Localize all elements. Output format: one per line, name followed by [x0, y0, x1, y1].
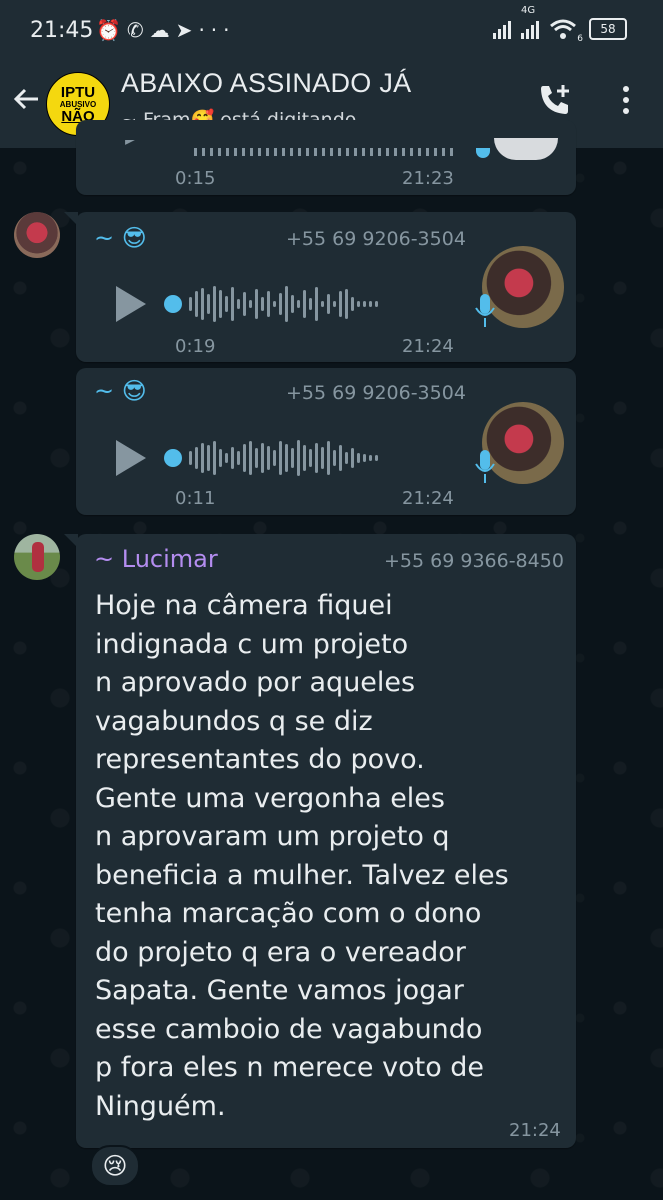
play-icon[interactable] [112, 284, 148, 324]
add-call-icon[interactable] [537, 82, 573, 118]
signal-icon [493, 19, 511, 39]
status-bar: 21:45 ⏰✆☁➤··· 4G 6 58 [0, 0, 663, 62]
sender-avatar[interactable] [14, 212, 60, 258]
playback-position-dot[interactable] [164, 449, 182, 467]
wifi-icon: 6 [549, 18, 583, 44]
sender-avatar[interactable] [14, 534, 60, 580]
voice-sender-avatar [494, 138, 558, 160]
mic-icon [475, 294, 495, 327]
back-arrow-icon[interactable] [10, 82, 44, 116]
voice-message-partial-content: 0:15 21:23 [76, 138, 576, 195]
voice-message: ~ 😎 +55 69 9206-3504 0:19 21:24 [64, 212, 576, 362]
sender-phone: +55 69 9206-3504 [286, 228, 466, 250]
whatsapp-icon: ✆ [126, 18, 150, 42]
play-icon[interactable] [112, 140, 148, 154]
reaction-badge[interactable]: 😢 [90, 1145, 140, 1187]
message-body: Hoje na câmera fiquei indignada c um pro… [95, 590, 509, 1122]
status-notification-icons: ⏰✆☁➤··· [96, 18, 236, 42]
cloud-icon: ☁ [149, 18, 176, 42]
sender-phone: +55 69 9206-3504 [286, 382, 466, 404]
alarm-icon: ⏰ [96, 18, 127, 42]
avatar-figure [32, 542, 44, 572]
mic-icon [475, 450, 495, 483]
sender-name[interactable]: ~ Lucimar [94, 545, 218, 573]
play-icon[interactable] [112, 438, 148, 478]
voice-waveform[interactable] [164, 438, 378, 478]
telegram-icon: ➤ [175, 18, 199, 42]
avatar-line-1: IPTU [60, 83, 96, 101]
status-time: 21:45 [30, 18, 94, 43]
more-dots-icon: ··· [198, 18, 236, 42]
message-time: 21:23 [402, 168, 454, 189]
voice-waveform[interactable] [164, 284, 378, 324]
sender-name[interactable]: ~ 😎 [94, 377, 147, 405]
voice-duration: 0:11 [175, 488, 216, 509]
signal-4g-icon: 4G [521, 5, 539, 39]
voice-duration: 0:15 [175, 168, 216, 189]
network-type: 4G [521, 5, 536, 16]
group-title[interactable]: ABAIXO ASSINADO JÁ [121, 68, 412, 99]
wifi-badge: 6 [577, 34, 583, 44]
battery-icon: 58 [589, 18, 627, 40]
voice-waveform[interactable] [194, 148, 454, 156]
battery-level: 58 [600, 22, 616, 36]
more-options-icon[interactable] [616, 82, 636, 122]
voice-duration: 0:19 [175, 336, 216, 357]
mic-icon [476, 148, 490, 158]
message-time: 21:24 [402, 336, 454, 357]
playback-position-dot[interactable] [164, 295, 182, 313]
voice-message: ~ 😎 +55 69 9206-3504 0:11 21:24 [76, 368, 576, 515]
sender-phone: +55 69 9366-8450 [384, 550, 564, 572]
message-time: 21:24 [402, 488, 454, 509]
sender-name[interactable]: ~ 😎 [94, 224, 147, 252]
